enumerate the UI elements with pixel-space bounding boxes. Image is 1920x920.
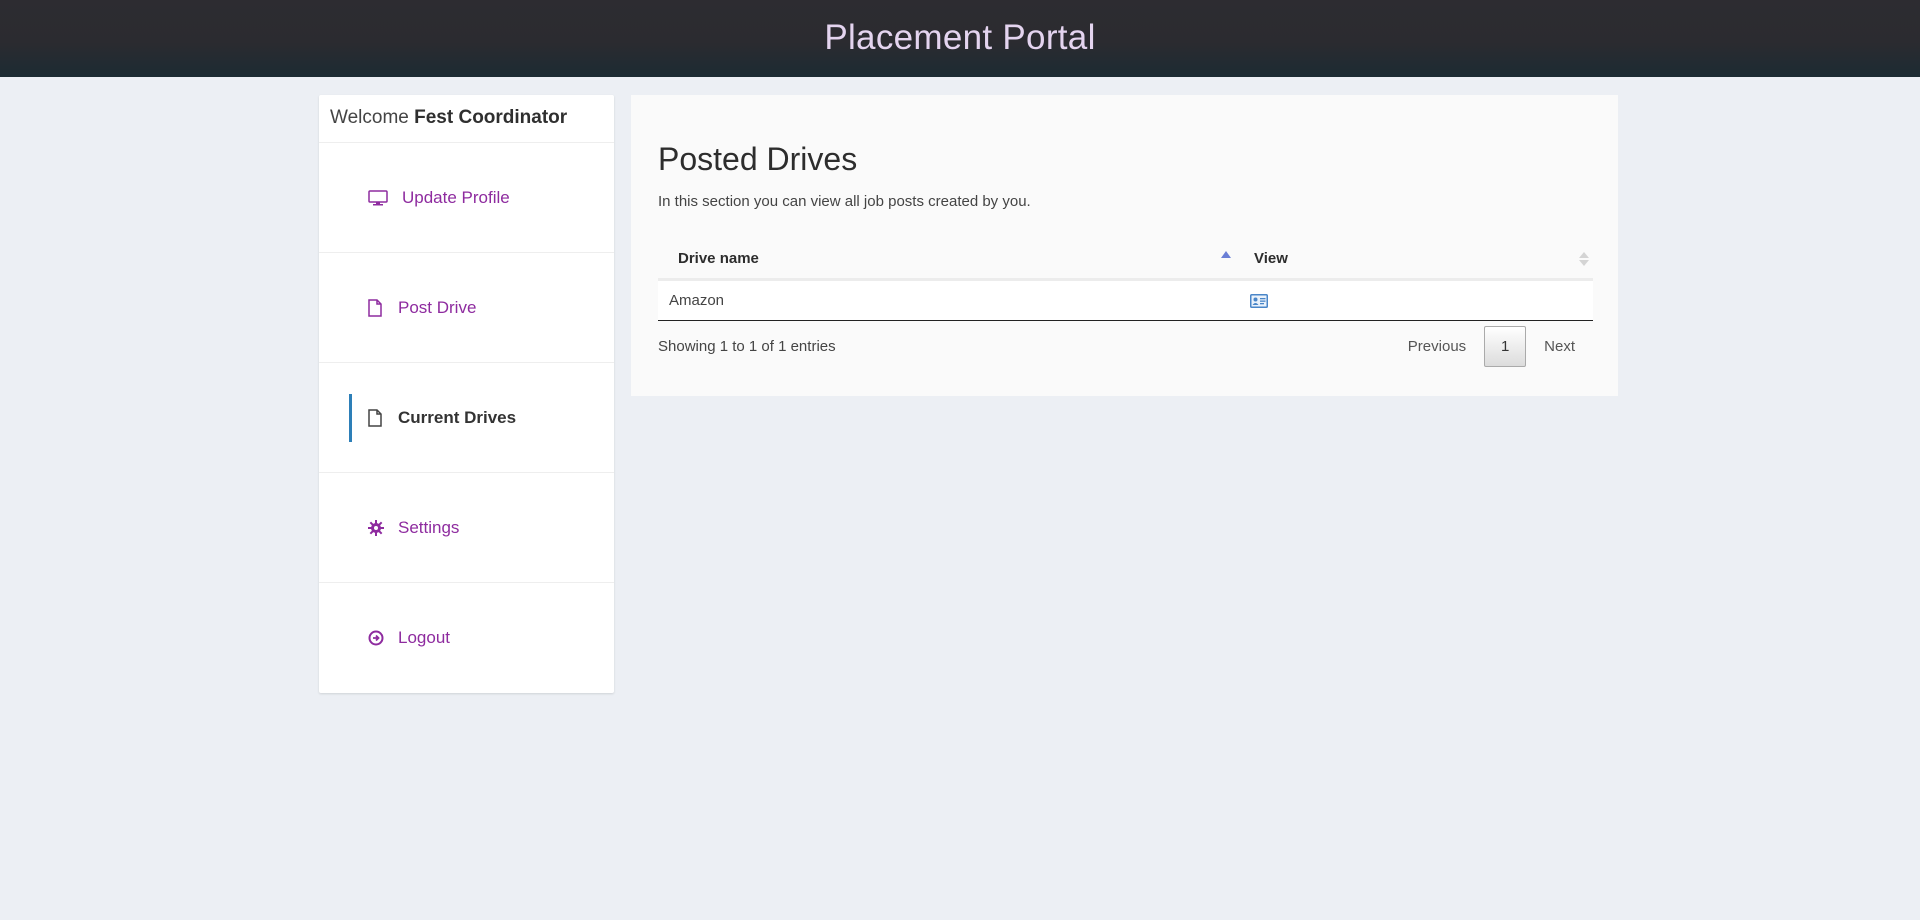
user-name: Fest Coordinator <box>414 107 568 128</box>
sort-ascending-icon <box>1221 251 1231 258</box>
sidebar: Welcome Fest Coordinator Update Profile … <box>319 95 614 693</box>
sort-icon <box>1579 252 1589 266</box>
previous-page-button[interactable]: Previous <box>1390 338 1484 355</box>
logout-icon <box>368 628 390 648</box>
page-1-button[interactable]: 1 <box>1484 325 1527 367</box>
sidebar-item-label: Post Drive <box>398 297 477 317</box>
sidebar-item-update-profile[interactable]: Update Profile <box>319 143 614 253</box>
column-label: Drive name <box>678 249 759 267</box>
sidebar-item-current-drives[interactable]: Current Drives <box>319 363 614 473</box>
gear-icon <box>368 518 390 538</box>
page-description: In this section you can view all job pos… <box>658 193 1031 210</box>
next-page-button[interactable]: Next <box>1526 338 1593 355</box>
top-navbar: Placement Portal <box>0 0 1920 77</box>
sidebar-item-post-drive[interactable]: Post Drive <box>319 253 614 363</box>
welcome-message: Welcome Fest Coordinator <box>319 95 614 143</box>
drive-name-cell: Amazon <box>669 292 725 309</box>
page-title: Posted Drives <box>658 141 858 177</box>
file-icon <box>368 298 390 318</box>
column-label: View <box>1254 249 1288 267</box>
sidebar-item-label: Update Profile <box>402 187 510 207</box>
column-header-drive-name[interactable]: Drive name <box>658 238 1240 278</box>
main-panel: Posted Drives In this section you can vi… <box>631 95 1618 396</box>
file-icon <box>368 408 390 428</box>
app-title: Placement Portal <box>824 17 1096 57</box>
column-header-view[interactable]: View <box>1240 238 1593 278</box>
table-header: Drive name View <box>658 238 1593 281</box>
sidebar-item-logout[interactable]: Logout <box>319 583 614 693</box>
drives-table: Drive name View Amazon Showing 1 to 1 of… <box>658 238 1593 367</box>
pagination: Previous 1 Next <box>1390 325 1593 367</box>
sidebar-item-label: Current Drives <box>398 407 517 427</box>
sidebar-item-settings[interactable]: Settings <box>319 473 614 583</box>
view-cell <box>1240 293 1593 308</box>
id-card-icon[interactable] <box>1250 293 1268 308</box>
table-footer: Showing 1 to 1 of 1 entries Previous 1 N… <box>658 325 1593 367</box>
sidebar-item-label: Settings <box>398 517 460 537</box>
table-info: Showing 1 to 1 of 1 entries <box>658 337 836 355</box>
table-row: Amazon <box>658 281 1593 321</box>
monitor-icon <box>368 188 394 208</box>
welcome-prefix: Welcome <box>330 107 409 128</box>
sidebar-item-label: Logout <box>398 628 450 647</box>
